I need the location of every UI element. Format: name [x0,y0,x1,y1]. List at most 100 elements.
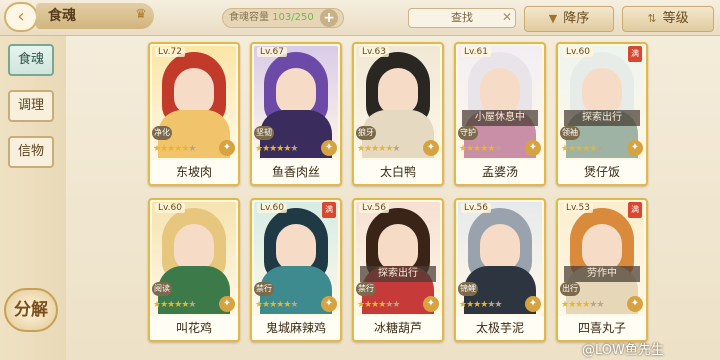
star-icon: ★ [494,300,502,310]
role-badge: 阅读 [152,282,172,296]
rank-badge-icon: ✦ [321,296,337,312]
level-label: Lv.60 [563,47,593,57]
sidebar-item-cooking[interactable]: 调理 [8,90,54,122]
role-badge: 坚韧 [254,126,274,140]
food-soul-card[interactable]: Lv.60 阅读 ★★★★★★ ✦ 叫花鸡 [148,198,240,342]
status-badge: 探索出行 [360,266,436,282]
role-badge: 禁行 [356,282,376,296]
portrait-face [276,68,316,114]
star-rating: ★★★★★★ [255,300,298,312]
sort-toggle-icon: ⇅ [647,12,657,25]
rank-badge-icon: ✦ [423,140,439,156]
rank-badge-icon: ✦ [627,296,643,312]
star-icon: ★ [596,300,604,310]
food-soul-card[interactable]: Lv.60 禁行 ★★★★★★ ✦ 鬼城麻辣鸡 满 [250,198,342,342]
rank-badge-icon: ✦ [525,296,541,312]
max-tag: 满 [628,46,642,62]
card-name: 四喜丸子 [558,316,646,340]
food-soul-card[interactable]: Lv.61 守护 ★★★★★★ ✦ 孟婆汤 小屋休息中 [454,42,546,186]
rank-badge-icon: ✦ [525,140,541,156]
rank-badge-icon: ✦ [627,140,643,156]
star-icon: ★ [494,144,502,154]
star-rating: ★★★★★★ [357,144,400,156]
crown-icon: ♛ [135,7,147,22]
card-name: 冰糖葫芦 [354,316,442,340]
food-soul-card[interactable]: Lv.72 净化 ★★★★★★ ✦ 东坡肉 [148,42,240,186]
level-label: Lv.61 [461,47,491,57]
level-label: Lv.60 [155,203,185,213]
star-rating: ★★★★★★ [153,300,196,312]
star-icon: ★ [188,144,196,154]
sidebar-item-tokens[interactable]: 信物 [8,136,54,168]
rank-badge-icon: ✦ [219,140,235,156]
close-icon[interactable]: ✕ [500,10,514,24]
status-badge: 小屋休息中 [462,110,538,126]
back-arrow-icon[interactable]: ‹ [4,2,38,32]
sort-by-level-button[interactable]: ⇅ 等级 [622,6,714,32]
top-bar: ‹ 食魂 ♛ 食魂容量 103/250 + 查找 ✕ ▼ 降序 ⇅ 等级 [0,0,720,36]
level-label: Lv.53 [563,203,593,213]
role-badge: 锦鲤 [458,282,478,296]
star-icon: ★ [188,300,196,310]
status-badge: 探索出行 [564,110,640,126]
star-rating: ★★★★★★ [459,300,502,312]
food-soul-card[interactable]: Lv.53 出行 ★★★★★★ ✦ 四喜丸子 劳作中 满 [556,198,648,342]
role-badge: 出行 [560,282,580,296]
search-label: 查找 [451,11,473,24]
star-icon: ★ [392,144,400,154]
portrait-face [378,224,418,270]
food-soul-card[interactable]: Lv.60 领袖 ★★★★★★ ✦ 煲仔饭 探索出行 满 [556,42,648,186]
portrait-face [174,224,214,270]
star-icon: ★ [392,300,400,310]
star-rating: ★★★★★★ [255,144,298,156]
food-soul-card[interactable]: Lv.63 狼牙 ★★★★★★ ✦ 太白鸭 [352,42,444,186]
level-label: Lv.56 [461,203,491,213]
level-label: Lv.72 [155,47,185,57]
max-tag: 满 [322,202,336,218]
food-soul-card[interactable]: Lv.67 坚韧 ★★★★★★ ✦ 鱼香肉丝 [250,42,342,186]
star-rating: ★★★★★★ [357,300,400,312]
rank-badge-icon: ✦ [321,140,337,156]
sort-descending-button[interactable]: ▼ 降序 [524,6,614,32]
card-name: 鬼城麻辣鸡 [252,316,340,340]
star-icon: ★ [596,144,604,154]
rank-badge-icon: ✦ [219,296,235,312]
portrait-face [276,224,316,270]
portrait-face [480,224,520,270]
card-name: 鱼香肉丝 [252,160,340,184]
sort-arrow-icon: ▼ [548,12,558,25]
sort-level-label: 等级 [662,11,689,26]
level-label: Lv.67 [257,47,287,57]
portrait-face [480,68,520,114]
level-label: Lv.56 [359,203,389,213]
star-icon: ★ [290,144,298,154]
role-badge: 守护 [458,126,478,140]
role-badge: 领袖 [560,126,580,140]
portrait-face [582,224,622,270]
star-rating: ★★★★★★ [561,144,604,156]
watermark: @LOW鱼先生 [582,343,664,358]
status-badge: 劳作中 [564,266,640,282]
food-soul-card[interactable]: Lv.56 锦鲤 ★★★★★★ ✦ 太极芋泥 [454,198,546,342]
capacity-value: 103/250 [272,12,314,23]
food-soul-card[interactable]: Lv.56 禁行 ★★★★★★ ✦ 冰糖葫芦 探索出行 [352,198,444,342]
sidebar: 食魂 调理 信物 分解 [0,36,66,360]
level-label: Lv.60 [257,203,287,213]
role-badge: 狼牙 [356,126,376,140]
sidebar-item-food-souls[interactable]: 食魂 [8,44,54,76]
star-rating: ★★★★★★ [153,144,196,156]
rank-badge-icon: ✦ [423,296,439,312]
star-icon: ★ [290,300,298,310]
card-name: 煲仔饭 [558,160,646,184]
plus-icon[interactable]: + [320,9,338,27]
star-rating: ★★★★★★ [561,300,604,312]
decompose-button[interactable]: 分解 [4,288,58,332]
max-tag: 满 [628,202,642,218]
portrait-face [378,68,418,114]
level-label: Lv.63 [359,47,389,57]
card-name: 太白鸭 [354,160,442,184]
capacity-label: 食魂容量 [229,12,269,23]
portrait-face [582,68,622,114]
card-name: 叫花鸡 [150,316,238,340]
card-name: 东坡肉 [150,160,238,184]
